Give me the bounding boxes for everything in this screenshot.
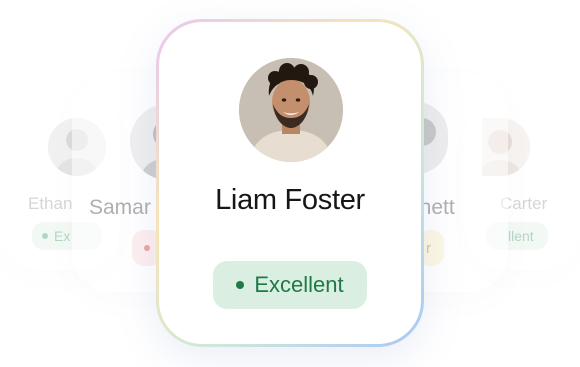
status-dot-icon [236,281,245,289]
status-label: llent [508,228,534,244]
profile-card-liam-foster[interactable]: Liam Foster Excellent [156,19,424,347]
main-card-body: Liam Foster Excellent [159,22,421,344]
status-label: r [426,239,431,257]
profile-name: Ethan [28,194,73,213]
profile-carousel: Ethan Ex Carter llent Samar nnett r Liam… [0,0,580,367]
avatar [239,58,343,162]
status-badge: Excellent [213,261,367,309]
profile-name: Samar [89,196,151,219]
status-label: Excellent [254,272,344,297]
status-dot-icon [144,245,150,251]
profile-name: Liam Foster [215,184,365,216]
status-dot-icon [42,233,48,239]
status-label: Ex [54,228,71,244]
